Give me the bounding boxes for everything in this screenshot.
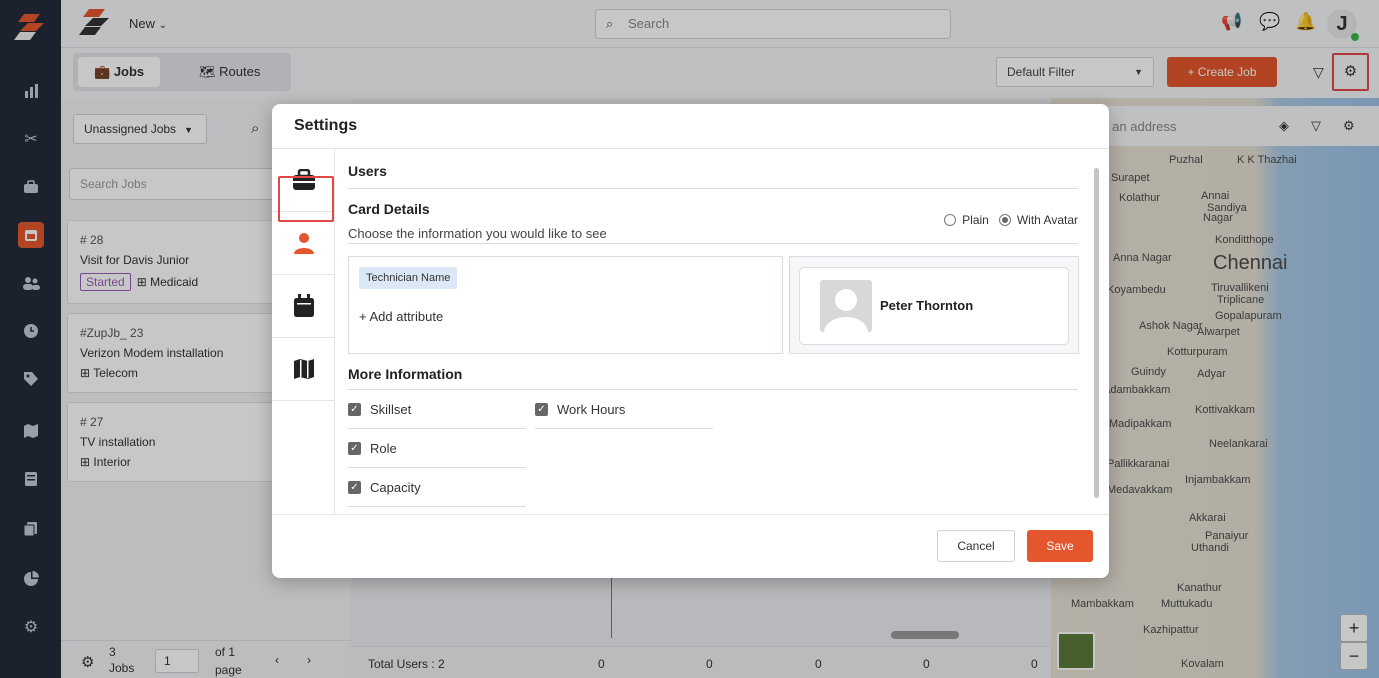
- more-information-title: More Information: [348, 366, 463, 382]
- scroll-thumb[interactable]: [1094, 168, 1099, 498]
- sidebar-item-map[interactable]: [272, 338, 335, 401]
- card-preview: Peter Thornton: [799, 267, 1069, 345]
- attributes-box: Technician Name + Add attribute: [348, 256, 783, 354]
- content-scrollbar[interactable]: [1092, 154, 1100, 509]
- radio-plain[interactable]: [944, 214, 957, 226]
- check-icon: ✓: [348, 442, 361, 455]
- modal-title: Settings: [294, 117, 358, 134]
- card-details-title: Card Details: [348, 201, 430, 217]
- user-icon: [293, 233, 314, 254]
- divider: [348, 506, 526, 507]
- divider: [348, 243, 1078, 244]
- divider: [348, 467, 526, 468]
- card-style-radios: Plain With Avatar: [944, 213, 1078, 227]
- checkbox-work-hours[interactable]: ✓ Work Hours: [535, 402, 625, 417]
- calendar-icon: [293, 294, 314, 317]
- divider: [348, 188, 1078, 189]
- sidebar-item-calendar[interactable]: [272, 275, 335, 338]
- check-icon: ✓: [348, 481, 361, 494]
- card-preview-box: Peter Thornton: [789, 256, 1079, 354]
- divider: [348, 428, 526, 429]
- preview-name: Peter Thornton: [880, 298, 974, 313]
- divider: [535, 428, 713, 429]
- check-icon: ✓: [535, 403, 548, 416]
- radio-avatar-label: With Avatar: [1016, 213, 1078, 227]
- checkbox-skillset[interactable]: ✓ Skillset: [348, 402, 411, 417]
- cancel-button[interactable]: Cancel: [937, 530, 1015, 562]
- attribute-chip[interactable]: Technician Name: [359, 267, 458, 289]
- checkbox-role[interactable]: ✓ Role: [348, 441, 397, 456]
- card-details-subtitle: Choose the information you would like to…: [348, 226, 607, 241]
- divider: [272, 514, 1109, 515]
- radio-with-avatar[interactable]: [998, 214, 1011, 226]
- add-attribute-button[interactable]: + Add attribute: [359, 309, 443, 324]
- check-icon: ✓: [348, 403, 361, 416]
- avatar-placeholder-icon: [820, 280, 872, 332]
- settings-content: Users Card Details Choose the informatio…: [348, 149, 1079, 514]
- save-button[interactable]: Save: [1027, 530, 1093, 562]
- divider: [348, 389, 1078, 390]
- settings-modal: Settings Users Card Details Choose the i…: [272, 104, 1109, 578]
- radio-plain-label: Plain: [962, 213, 989, 227]
- section-title: Users: [348, 163, 387, 179]
- active-tab-highlight: [278, 176, 334, 222]
- map-icon: [293, 359, 314, 379]
- checkbox-capacity[interactable]: ✓ Capacity: [348, 480, 421, 495]
